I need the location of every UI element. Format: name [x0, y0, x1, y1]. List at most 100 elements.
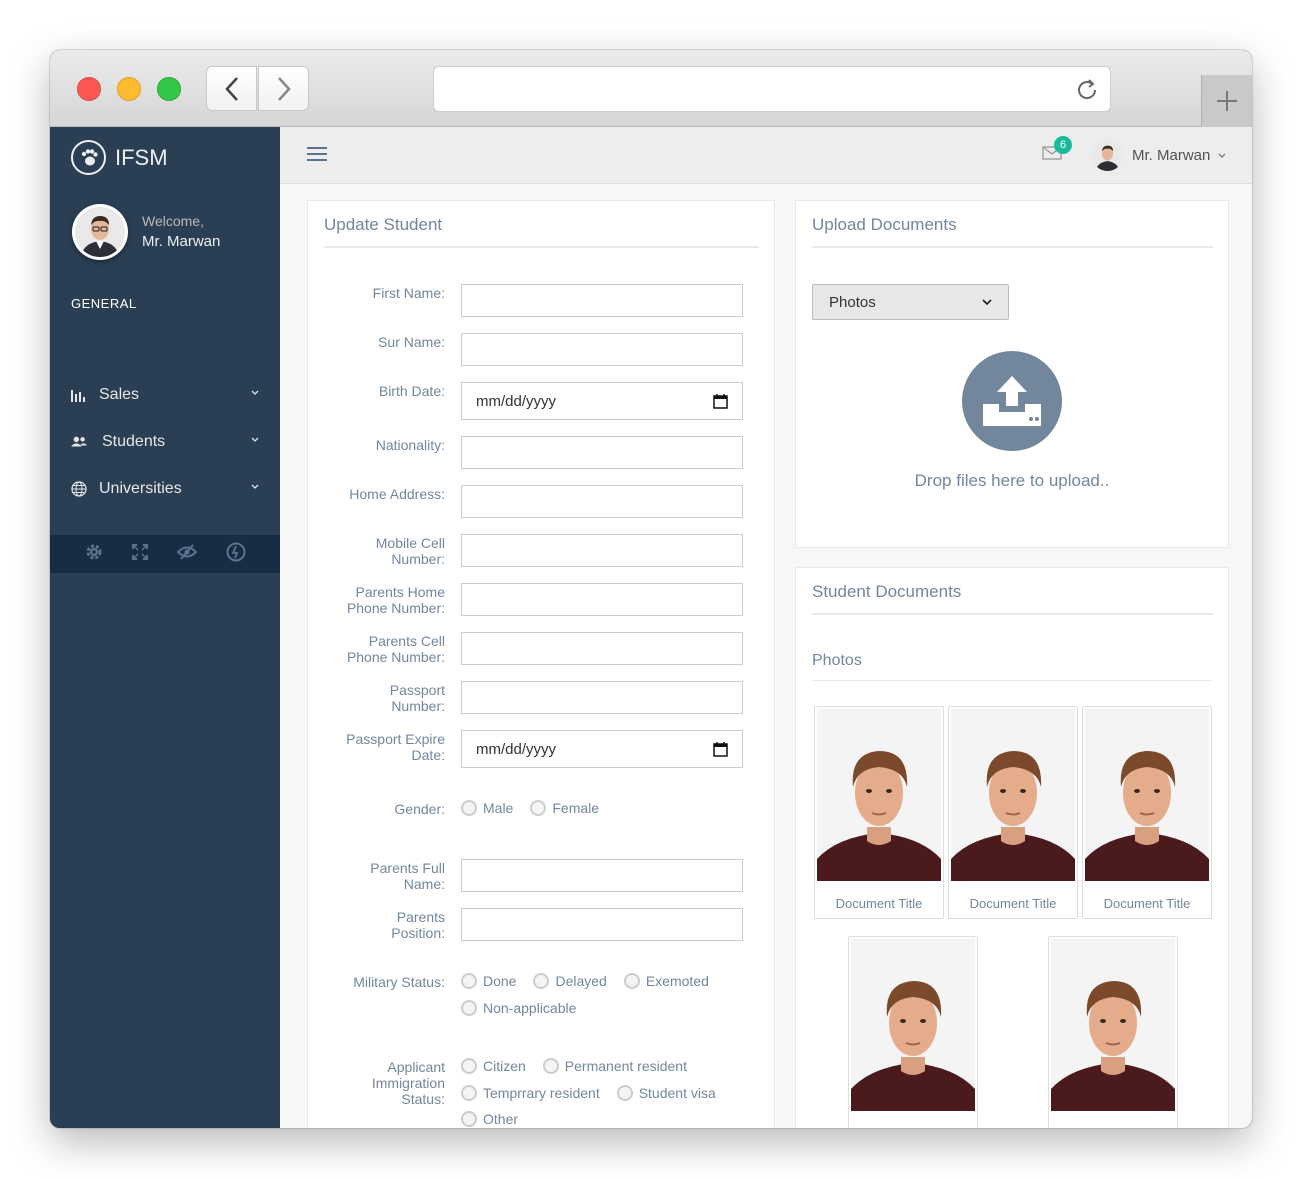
welcome-text: Welcome,	[142, 213, 204, 229]
immigration-other-radio[interactable]: Other	[461, 1111, 518, 1127]
category-divider	[812, 680, 1212, 681]
sidebar-item-universities[interactable]: Universities	[50, 469, 280, 509]
mobile-cell-input[interactable]	[461, 534, 743, 567]
immigration-radio-group-row2: Temprrary resident Student visa	[461, 1085, 733, 1101]
military-done-radio[interactable]: Done	[461, 973, 516, 989]
panel-divider	[324, 246, 759, 248]
radio-label: Female	[552, 800, 600, 816]
document-thumbnail[interactable]: Document Title	[1082, 706, 1212, 919]
user-avatar[interactable]	[1092, 140, 1123, 171]
minimize-window-button[interactable]	[117, 77, 141, 101]
home-address-input[interactable]	[461, 485, 743, 518]
user-menu-name[interactable]: Mr. Marwan	[1132, 147, 1210, 164]
passport-photo	[951, 709, 1075, 881]
dropzone-text: Drop files here to upload..	[914, 471, 1110, 490]
calendar-icon[interactable]	[713, 741, 728, 757]
military-delayed-radio[interactable]: Delayed	[533, 973, 607, 989]
document-thumbnail[interactable]	[848, 936, 978, 1128]
date-placeholder: mm/dd/yyyy	[476, 392, 557, 410]
globe-icon	[71, 481, 87, 497]
gender-male-radio[interactable]: Male	[461, 800, 513, 816]
parents-home-phone-input[interactable]	[461, 583, 743, 616]
sidebar-item-sales[interactable]: Sales	[50, 375, 280, 415]
gender-female-radio[interactable]: Female	[530, 800, 599, 816]
label-line: Number:	[391, 698, 445, 714]
radio-label: Delayed	[555, 973, 607, 989]
close-window-button[interactable]	[77, 77, 101, 101]
parents-cell-phone-input[interactable]	[461, 632, 743, 665]
label-line: Parents Cell	[368, 633, 445, 649]
passport-expire-input[interactable]: mm/dd/yyyy	[461, 730, 743, 768]
upload-icon	[983, 376, 1041, 426]
sidebar-item-students[interactable]: Students	[50, 422, 280, 462]
fullscreen-icon[interactable]	[131, 543, 148, 565]
panel-divider	[812, 246, 1213, 248]
radio-label: Exemoted	[645, 973, 709, 989]
browser-window: IFSM Welcome, Mr. Marwan GENERAL Sales S…	[50, 50, 1252, 1128]
upload-dropzone-button[interactable]	[962, 351, 1062, 451]
label-line: Passport	[389, 682, 445, 698]
gear-icon[interactable]	[85, 543, 103, 566]
chevron-down-icon	[982, 299, 992, 306]
radio-label: Temprrary resident	[483, 1085, 600, 1101]
military-non-applicable-radio[interactable]: Non-applicable	[461, 1000, 576, 1016]
immigration-student-visa-radio[interactable]: Student visa	[616, 1085, 716, 1101]
military-exemoted-radio[interactable]: Exemoted	[623, 973, 709, 989]
browser-titlebar	[50, 50, 1252, 127]
first-name-input[interactable]	[461, 284, 743, 317]
immigration-permanent-radio[interactable]: Permanent resident	[542, 1058, 687, 1074]
mail-count-badge: 6	[1054, 136, 1072, 154]
immigration-radio-group-row3: Other	[461, 1111, 535, 1127]
eye-slash-icon[interactable]	[176, 543, 197, 565]
immigration-radio-group: Citizen Permanent resident	[461, 1058, 704, 1074]
nationality-input[interactable]	[461, 436, 743, 469]
military-radio-group-row2: Non-applicable	[461, 1000, 593, 1016]
label-parents-position: Parents Position:	[308, 909, 445, 941]
label-line: Parents Home	[355, 584, 445, 600]
panel-title: Upload Documents	[812, 215, 957, 234]
passport-photo	[851, 939, 975, 1111]
address-bar[interactable]	[433, 66, 1111, 112]
radio-label: Done	[483, 973, 517, 989]
brand-logo[interactable]: IFSM	[71, 140, 168, 175]
paw-icon	[71, 140, 106, 175]
upload-documents-panel: Upload Documents Photos Drop files here …	[795, 200, 1229, 548]
label-military-status: Military Status:	[353, 974, 445, 990]
label-line: Date:	[411, 747, 445, 763]
parents-full-name-input[interactable]	[461, 859, 743, 892]
document-thumbnail[interactable]	[1048, 936, 1178, 1128]
student-documents-panel: Student Documents Photos Document Title …	[795, 567, 1229, 1128]
label-nationality: Nationality:	[375, 437, 445, 453]
label-passport-number: Passport Number:	[308, 682, 445, 714]
radio-label: Male	[483, 800, 514, 816]
parents-position-input[interactable]	[461, 908, 743, 941]
profile-name: Mr. Marwan	[142, 233, 221, 250]
label-sur-name: Sur Name:	[378, 334, 445, 350]
maximize-window-button[interactable]	[157, 77, 181, 101]
calendar-icon[interactable]	[713, 393, 728, 409]
immigration-temporary-radio[interactable]: Temprrary resident	[461, 1085, 600, 1101]
label-line: Parents Full	[370, 860, 445, 876]
chevron-down-icon[interactable]	[1217, 151, 1227, 161]
label-first-name: First Name:	[372, 285, 445, 301]
document-type-select[interactable]: Photos	[812, 284, 1009, 320]
power-icon[interactable]	[226, 542, 246, 567]
passport-photo	[1085, 709, 1209, 881]
menu-toggle-icon[interactable]	[306, 145, 328, 163]
passport-number-input[interactable]	[461, 681, 743, 714]
immigration-citizen-radio[interactable]: Citizen	[461, 1058, 526, 1074]
new-tab-button[interactable]	[1201, 75, 1252, 127]
label-passport-expire: Passport Expire Date:	[308, 731, 445, 763]
document-thumbnail[interactable]: Document Title	[948, 706, 1078, 919]
forward-button[interactable]	[258, 66, 309, 111]
panel-title: Update Student	[324, 215, 443, 234]
sidebar-footer	[50, 535, 280, 573]
birth-date-input[interactable]: mm/dd/yyyy	[461, 382, 743, 420]
document-thumbnail[interactable]: Document Title	[814, 706, 944, 919]
chevron-right-icon	[277, 76, 291, 101]
reload-icon[interactable]	[1074, 77, 1100, 103]
label-line: Passport Expire	[346, 731, 445, 747]
sur-name-input[interactable]	[461, 333, 743, 366]
passport-photo	[817, 709, 941, 881]
back-button[interactable]	[206, 66, 257, 111]
